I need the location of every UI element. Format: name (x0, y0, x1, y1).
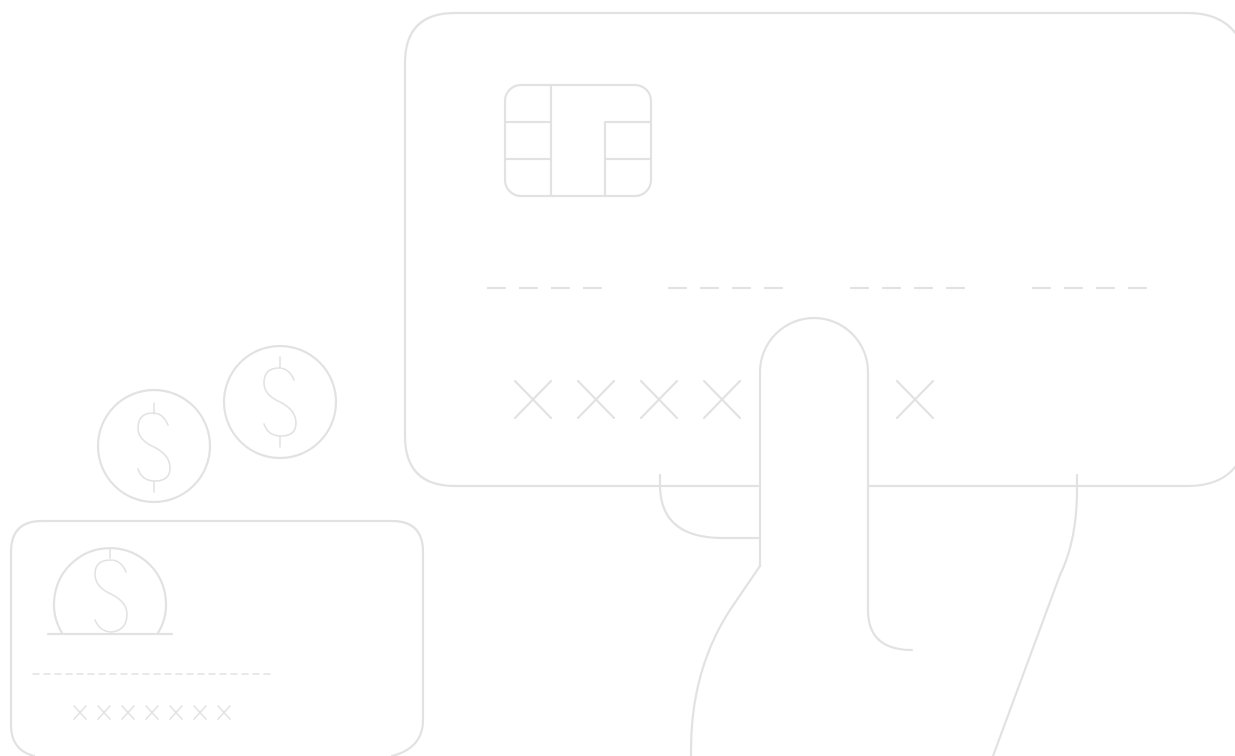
coin-icon (222, 344, 338, 460)
thumb (658, 473, 762, 540)
wallet-card (9, 519, 425, 756)
coin-icon (96, 388, 212, 504)
hand-pointing-icon (658, 316, 1079, 756)
credit-card (403, 11, 1235, 488)
wallet-masked-digits (73, 705, 231, 720)
finger (758, 316, 914, 652)
chip-icon (503, 83, 653, 198)
masked-digits (513, 379, 935, 420)
card-payment-illustration (9, 11, 1235, 756)
wallet-card-outline (9, 519, 425, 756)
coin-slot-icon (46, 547, 174, 636)
